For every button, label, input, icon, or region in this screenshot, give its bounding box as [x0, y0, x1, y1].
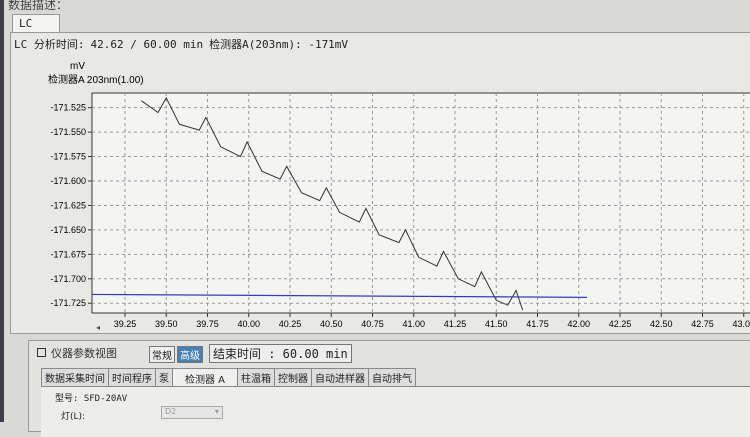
x-tick-label: 41.75: [526, 319, 549, 329]
instrument-params-panel: 仪器参数视图 常规 高级 结束时间 : 60.00 min 数据采集时间 时间程序…: [28, 340, 750, 437]
lamp-label: 灯(L):: [61, 412, 86, 422]
x-tick-label: 42.50: [650, 319, 673, 329]
y-axis-label: mV: [70, 61, 85, 72]
detector-reading: 检测器A(203nm): -171mV: [209, 38, 349, 51]
lamp-select[interactable]: D2 ▾: [161, 406, 223, 419]
x-tick-label: 39.75: [196, 319, 219, 329]
y-tick-label: -171.625: [50, 200, 86, 210]
x-tick-label: 39.25: [114, 319, 137, 329]
mode-advanced-button[interactable]: 高级: [177, 346, 203, 363]
y-tick-label: -171.650: [50, 225, 86, 235]
chromatogram-chart: 39.25 39.50 39.75 40.00 40.25 40.50 40.75 41.00…: [48, 61, 750, 332]
params-tab[interactable]: 数据采集时间: [41, 368, 109, 388]
params-tab[interactable]: 控制器: [274, 368, 313, 388]
y-tick-label: -171.600: [50, 176, 86, 186]
x-tick-label: 41.25: [444, 319, 467, 329]
x-tick-label: 42.00: [567, 319, 590, 329]
plot-area: [91, 92, 750, 314]
y-tick-label: -171.550: [50, 127, 86, 137]
params-tab[interactable]: 自动进样器: [311, 368, 370, 388]
x-tick-label: 41.00: [402, 319, 425, 329]
params-tab[interactable]: 时间程序: [108, 368, 156, 388]
y-tick-label: -171.575: [50, 152, 86, 162]
params-tab[interactable]: 检测器 A: [172, 368, 239, 388]
params-title: 仪器参数视图: [37, 345, 117, 361]
y-tick-label: -171.675: [50, 249, 86, 259]
params-tab[interactable]: 自动排气: [368, 368, 417, 388]
y-tick-label: -171.525: [50, 103, 86, 113]
status-prefix: LC 分析时间:: [14, 38, 85, 51]
x-tick-label: 43.00: [732, 319, 750, 329]
x-tick-label: 40.25: [279, 319, 302, 329]
params-tabs: 数据采集时间 时间程序泵检测器 A 柱温箱 控制器 自动进样器 自动排气: [41, 368, 417, 388]
analysis-time: 42.62 / 60.00 min: [90, 38, 204, 51]
x-tick-label: 41.50: [485, 319, 508, 329]
x-tick-label: 39.50: [155, 319, 178, 329]
y-tick-label: -171.725: [50, 298, 86, 308]
params-tab[interactable]: 泵: [155, 368, 173, 388]
scroll-left-icon[interactable]: ◂: [96, 323, 100, 332]
x-tick-label: 40.50: [320, 319, 343, 329]
series-label: 检测器A 203nm(1.00): [48, 73, 144, 86]
end-time: 结束时间 : 60.00 min: [209, 344, 352, 363]
x-tick-label: 40.00: [237, 319, 260, 329]
x-tick-label: 42.25: [609, 319, 632, 329]
x-tick-label: 42.75: [691, 319, 714, 329]
section-label: 数据描述：: [8, 0, 69, 12]
tab-lc[interactable]: LC: [12, 14, 60, 32]
x-tick-label: 40.75: [361, 319, 384, 329]
mode-normal-button[interactable]: 常规: [149, 346, 175, 363]
model-label: 型号: SFD-20AV: [55, 394, 128, 404]
collapse-icon[interactable]: [37, 348, 46, 357]
tab-content: 型号: SFD-20AV 灯(L): D2 ▾: [41, 386, 750, 437]
params-tab[interactable]: 柱温箱: [237, 368, 276, 388]
status-line: LC 分析时间: 42.62 / 60.00 min 检测器A(203nm): -1…: [14, 36, 354, 52]
y-tick-label: -171.700: [50, 274, 86, 284]
